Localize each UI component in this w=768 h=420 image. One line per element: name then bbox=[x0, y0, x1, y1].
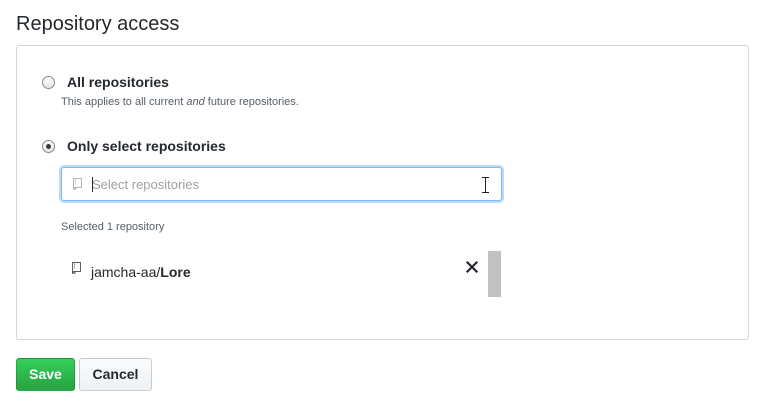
cancel-button[interactable]: Cancel bbox=[79, 358, 152, 391]
repo-icon bbox=[73, 178, 82, 190]
all-repositories-label[interactable]: All repositories bbox=[67, 73, 169, 91]
selected-count: Selected 1 repository bbox=[61, 221, 165, 233]
repository-short-name: Lore bbox=[160, 264, 191, 280]
save-button[interactable]: Save bbox=[16, 358, 75, 391]
text-caret bbox=[92, 177, 93, 192]
only-select-repositories-radio[interactable] bbox=[42, 140, 55, 153]
selected-repository-item: jamcha-aa/Lore bbox=[61, 251, 502, 297]
all-repositories-note: This applies to all current and future r… bbox=[61, 95, 299, 109]
repository-access-page: Repository access All repositories This … bbox=[0, 0, 768, 420]
close-icon[interactable] bbox=[465, 260, 479, 274]
note-text-after: future repositories. bbox=[204, 96, 299, 108]
note-text-emphasis: and bbox=[186, 96, 205, 108]
all-repositories-radio[interactable] bbox=[42, 76, 55, 89]
text-cursor-icon bbox=[482, 177, 489, 193]
list-scrollbar[interactable] bbox=[488, 251, 501, 297]
repository-search-input[interactable] bbox=[92, 174, 472, 194]
only-select-repositories-label[interactable]: Only select repositories bbox=[67, 137, 226, 155]
repository-owner: jamcha-aa/ bbox=[91, 264, 161, 280]
note-text-before: This applies to all current bbox=[61, 96, 187, 108]
repository-name: jamcha-aa/Lore bbox=[91, 263, 191, 281]
repository-access-panel: All repositories This applies to all cur… bbox=[16, 45, 749, 340]
section-title: Repository access bbox=[16, 13, 180, 35]
repository-search-box[interactable] bbox=[61, 167, 502, 201]
repo-icon bbox=[72, 262, 81, 274]
